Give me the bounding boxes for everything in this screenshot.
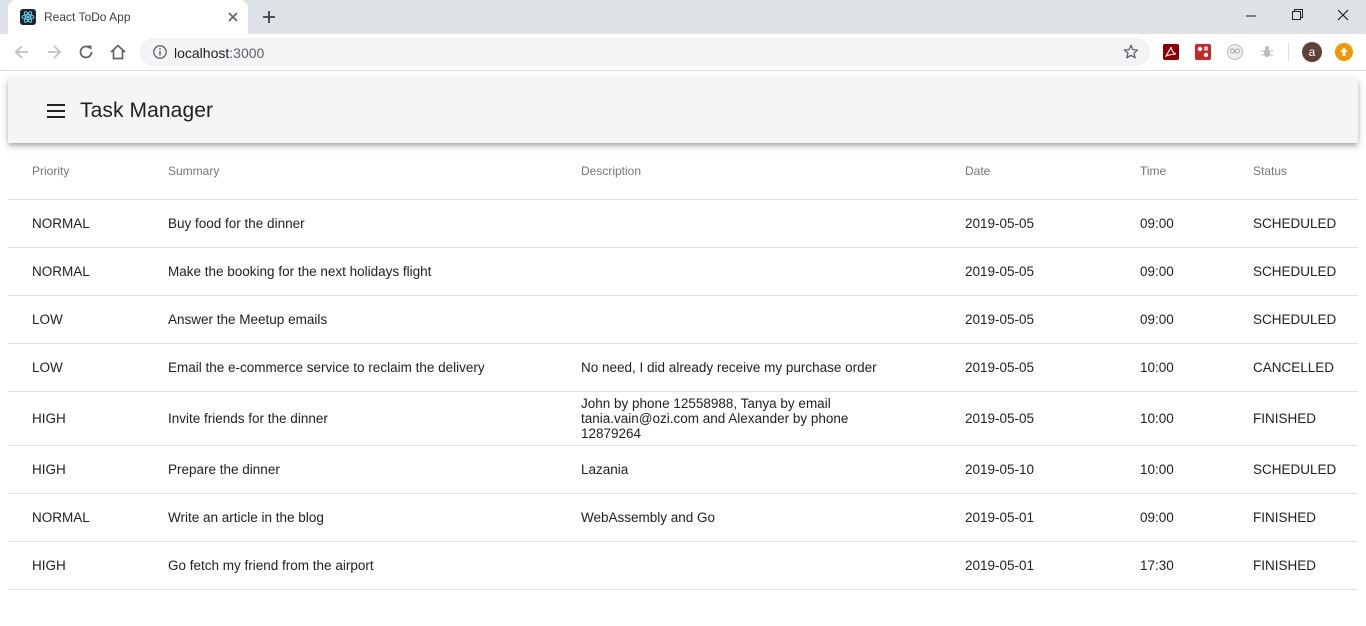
cell-time: 17:30 xyxy=(1116,541,1229,590)
close-icon[interactable] xyxy=(224,8,242,26)
cell-status: SCHEDULED xyxy=(1229,247,1358,296)
cell-status: SCHEDULED xyxy=(1229,199,1358,248)
url-host: localhost xyxy=(174,45,230,61)
browser-toolbar: localhost:3000 a xyxy=(0,34,1366,71)
cell-time: 10:00 xyxy=(1116,391,1229,446)
cell-status: FINISHED xyxy=(1229,541,1358,590)
column-header-time[interactable]: Time xyxy=(1116,143,1229,200)
cell-description: Lazania xyxy=(557,445,941,494)
plus-icon[interactable] xyxy=(260,8,278,26)
browser-tab[interactable]: React ToDo App xyxy=(8,0,248,34)
reload-icon[interactable] xyxy=(76,42,96,62)
minimize-icon[interactable] xyxy=(1240,6,1262,26)
puzzle-extension-icon[interactable] xyxy=(1194,43,1212,61)
cell-priority: NORMAL xyxy=(8,247,144,296)
cell-date: 2019-05-05 xyxy=(941,391,1116,446)
info-icon[interactable] xyxy=(152,44,168,60)
table-row[interactable]: NORMAL Write an article in the blog WebA… xyxy=(8,493,1358,542)
table-row[interactable]: HIGH Invite friends for the dinner John … xyxy=(8,391,1358,446)
cell-description xyxy=(557,541,941,590)
column-header-date[interactable]: Date xyxy=(941,143,1116,200)
cell-priority: HIGH xyxy=(8,445,144,494)
cell-priority: HIGH xyxy=(8,391,144,446)
cell-summary: Buy food for the dinner xyxy=(144,199,557,248)
column-header-priority[interactable]: Priority xyxy=(8,143,144,200)
table-row[interactable]: LOW Email the e-commerce service to recl… xyxy=(8,343,1358,392)
hamburger-menu-icon[interactable] xyxy=(46,102,66,120)
task-table: Priority Summary Description Date Time S… xyxy=(8,143,1358,590)
react-logo-icon xyxy=(20,9,36,25)
column-header-description[interactable]: Description xyxy=(557,143,941,200)
restore-icon[interactable] xyxy=(1286,6,1308,26)
tab-title: React ToDo App xyxy=(44,10,131,24)
cell-date: 2019-05-05 xyxy=(941,247,1116,296)
app-bar: Task Manager xyxy=(8,79,1358,143)
cell-date: 2019-05-05 xyxy=(941,343,1116,392)
cell-summary: Go fetch my friend from the airport xyxy=(144,541,557,590)
cell-status: FINISHED xyxy=(1229,493,1358,542)
cell-date: 2019-05-05 xyxy=(941,295,1116,344)
table-row[interactable]: HIGH Go fetch my friend from the airport… xyxy=(8,541,1358,590)
cell-summary: Write an article in the blog xyxy=(144,493,557,542)
cell-priority: NORMAL xyxy=(8,493,144,542)
cell-status: CANCELLED xyxy=(1229,343,1358,392)
cell-description xyxy=(557,199,941,248)
table-row[interactable]: NORMAL Make the booking for the next hol… xyxy=(8,247,1358,296)
cell-date: 2019-05-05 xyxy=(941,199,1116,248)
toolbar-divider xyxy=(1288,43,1289,61)
cell-summary: Invite friends for the dinner xyxy=(144,391,557,446)
cell-status: SCHEDULED xyxy=(1229,445,1358,494)
cell-time: 09:00 xyxy=(1116,199,1229,248)
cell-priority: LOW xyxy=(8,343,144,392)
cell-priority: LOW xyxy=(8,295,144,344)
cell-priority: HIGH xyxy=(8,541,144,590)
cell-time: 09:00 xyxy=(1116,493,1229,542)
cell-status: FINISHED xyxy=(1229,391,1358,446)
profile-avatar[interactable]: a xyxy=(1302,42,1322,62)
cell-priority: NORMAL xyxy=(8,199,144,248)
update-icon[interactable] xyxy=(1335,43,1353,61)
page-title: Task Manager xyxy=(80,99,214,122)
window-close-icon[interactable] xyxy=(1332,6,1354,26)
bug-extension-icon[interactable] xyxy=(1258,43,1276,61)
cell-date: 2019-05-10 xyxy=(941,445,1116,494)
cell-description: WebAssembly and Go xyxy=(557,493,941,542)
cell-description: John by phone 12558988, Tanya by email t… xyxy=(557,391,941,446)
arrow-right-icon[interactable] xyxy=(44,42,64,62)
table-header-row: Priority Summary Description Date Time S… xyxy=(8,143,1358,200)
cell-time: 10:00 xyxy=(1116,343,1229,392)
table-row[interactable]: NORMAL Buy food for the dinner 2019-05-0… xyxy=(8,199,1358,248)
home-icon[interactable] xyxy=(108,42,128,62)
cell-summary: Email the e-commerce service to reclaim … xyxy=(144,343,557,392)
pdf-extension-icon[interactable] xyxy=(1162,43,1180,61)
cell-time: 09:00 xyxy=(1116,295,1229,344)
cell-summary: Make the booking for the next holidays f… xyxy=(144,247,557,296)
cell-summary: Answer the Meetup emails xyxy=(144,295,557,344)
arrow-left-icon[interactable] xyxy=(12,42,32,62)
cell-description xyxy=(557,295,941,344)
cell-date: 2019-05-01 xyxy=(941,541,1116,590)
star-icon[interactable] xyxy=(1122,43,1140,61)
address-bar[interactable]: localhost:3000 xyxy=(140,38,1150,66)
cell-status: SCHEDULED xyxy=(1229,295,1358,344)
column-header-summary[interactable]: Summary xyxy=(144,143,557,200)
column-header-status[interactable]: Status xyxy=(1229,143,1358,200)
cell-description xyxy=(557,247,941,296)
cell-time: 09:00 xyxy=(1116,247,1229,296)
cell-date: 2019-05-01 xyxy=(941,493,1116,542)
table-row[interactable]: HIGH Prepare the dinner Lazania 2019-05-… xyxy=(8,445,1358,494)
cell-time: 10:00 xyxy=(1116,445,1229,494)
url-text[interactable]: localhost:3000 xyxy=(174,45,264,61)
browser-tab-strip: React ToDo App xyxy=(0,0,1366,34)
url-port: :3000 xyxy=(229,45,265,61)
table-row[interactable]: LOW Answer the Meetup emails 2019-05-05 … xyxy=(8,295,1358,344)
cell-description: No need, I did already receive my purcha… xyxy=(557,343,941,392)
owl-extension-icon[interactable] xyxy=(1226,43,1244,61)
cell-summary: Prepare the dinner xyxy=(144,445,557,494)
